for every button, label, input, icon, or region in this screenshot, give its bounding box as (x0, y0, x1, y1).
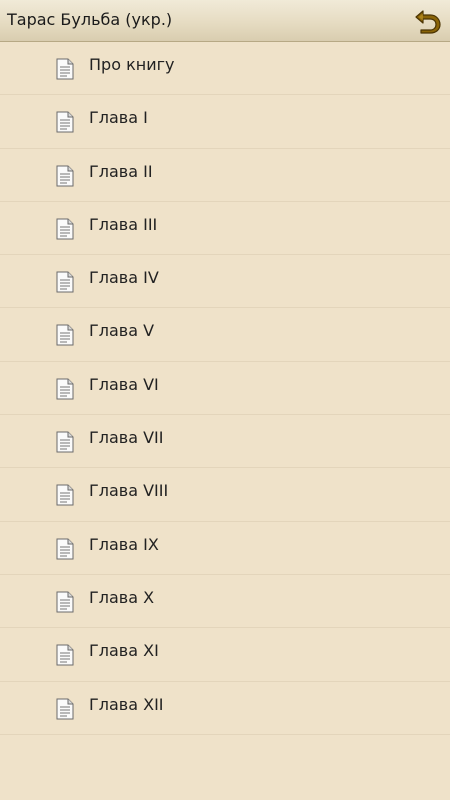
list-item-label: Глава IV (89, 268, 159, 288)
list-item-chapter-8[interactable]: Глава VIII (0, 468, 450, 522)
document-icon (56, 431, 74, 453)
document-icon (56, 58, 74, 80)
list-item-label: Глава V (89, 321, 155, 341)
document-icon (56, 324, 74, 346)
list-item-chapter-7[interactable]: Глава VII (0, 415, 450, 469)
list-item-label: Глава III (89, 214, 158, 234)
list-item-chapter-9[interactable]: Глава IX (0, 522, 450, 575)
list-item-chapter-10[interactable]: Глава X (0, 575, 450, 629)
list-item-label: Глава VI (89, 374, 159, 394)
document-icon (56, 538, 74, 560)
list-item-chapter-4[interactable]: Глава IV (0, 255, 450, 309)
list-item-label: Глава IX (89, 534, 159, 554)
document-icon (56, 271, 74, 293)
list-item-chapter-11[interactable]: Глава XI (0, 628, 450, 682)
list-item-label: Глава VIII (89, 481, 169, 501)
list-item-about-book[interactable]: Про книгу (0, 42, 450, 96)
list-item-label: Глава I (89, 108, 148, 128)
chapter-list: Про книгу Глава I Глава II Глава III Гла… (0, 42, 450, 735)
undo-arrow-icon (415, 10, 441, 34)
list-item-label: Глава X (89, 587, 155, 607)
list-item-label: Про книгу (89, 55, 175, 74)
document-icon (56, 378, 74, 400)
page-title: Тарас Бульба (укр.) (7, 10, 173, 29)
list-item-label: Глава VII (89, 428, 164, 448)
document-icon (56, 218, 74, 240)
back-button[interactable] (412, 5, 444, 37)
document-icon (56, 698, 74, 720)
list-item-chapter-5[interactable]: Глава V (0, 308, 450, 362)
list-item-chapter-6[interactable]: Глава VI (0, 362, 450, 416)
list-item-chapter-12[interactable]: Глава XII (0, 682, 450, 735)
document-icon (56, 644, 74, 666)
list-item-chapter-1[interactable]: Глава I (0, 95, 450, 149)
document-icon (56, 165, 74, 187)
list-item-label: Глава II (89, 161, 153, 181)
list-item-chapter-2[interactable]: Глава II (0, 149, 450, 202)
list-item-chapter-3[interactable]: Глава III (0, 202, 450, 256)
app-header: Тарас Бульба (укр.) (0, 0, 450, 42)
document-icon (56, 111, 74, 133)
document-icon (56, 484, 74, 506)
list-item-label: Глава XI (89, 641, 159, 661)
document-icon (56, 591, 74, 613)
list-item-label: Глава XII (89, 694, 164, 714)
